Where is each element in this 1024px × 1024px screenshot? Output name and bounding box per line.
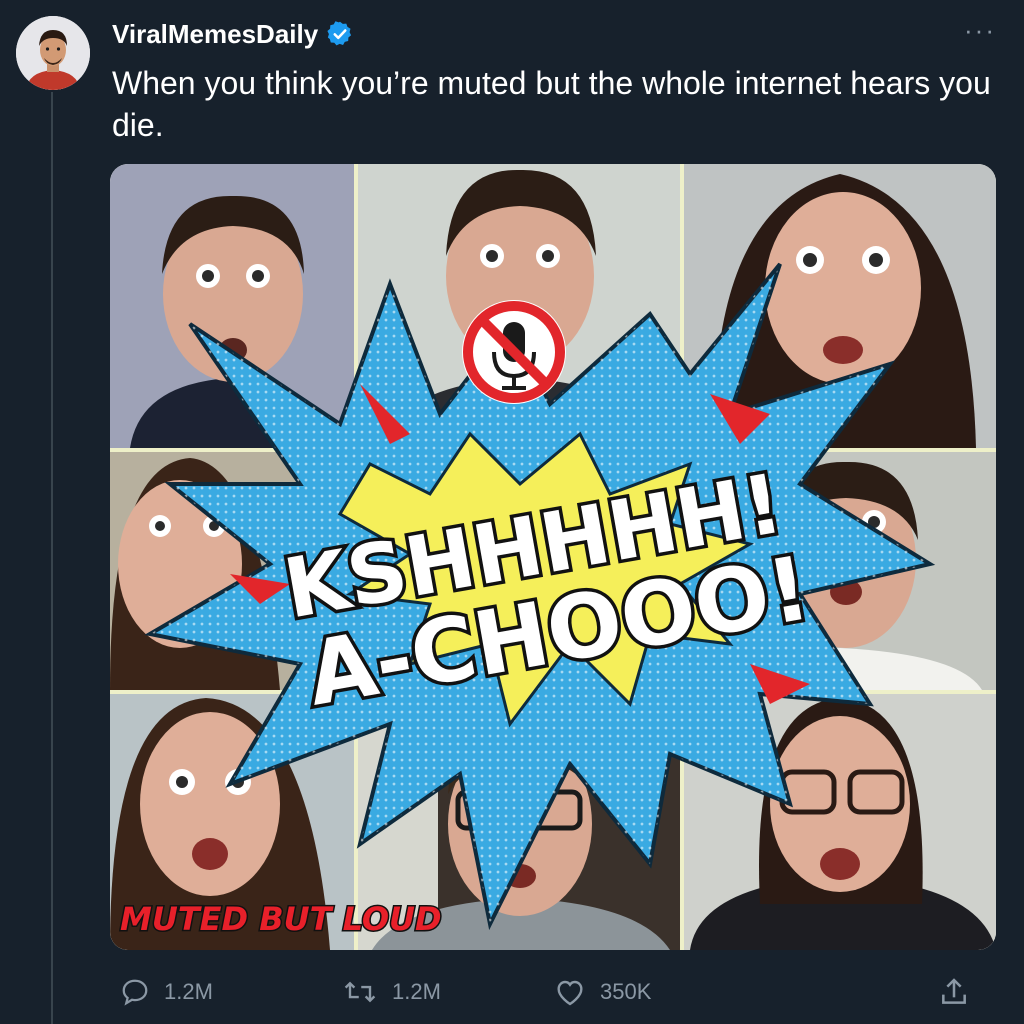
thread-line — [51, 92, 53, 1024]
meme-image: KSHHHHH! A-CHOOO! MUTED BUT LOUD — [110, 164, 996, 950]
display-name[interactable]: ViralMemesDaily — [112, 19, 318, 50]
share-button[interactable] — [938, 972, 984, 1012]
retweet-count: 1.2M — [392, 979, 441, 1004]
reply-icon — [122, 979, 148, 1006]
more-options-icon[interactable]: ··· — [964, 17, 996, 43]
reply-button[interactable]: 1.2M — [120, 972, 213, 1012]
tweet-card[interactable]: ViralMemesDaily ··· When you think you’r… — [0, 0, 1024, 1024]
avatar[interactable] — [16, 16, 90, 90]
avatar-image — [16, 16, 90, 90]
verified-badge-icon — [326, 20, 354, 48]
like-button[interactable]: 350K — [554, 972, 651, 1012]
share-icon — [942, 978, 966, 1004]
tweet-text: When you think you’re muted but the whol… — [112, 65, 991, 143]
corner-caption: MUTED BUT LOUD — [120, 900, 442, 938]
muted-microphone-icon — [462, 300, 566, 404]
retweet-icon — [344, 981, 376, 1003]
reply-count: 1.2M — [164, 979, 213, 1004]
tweet-header: ViralMemesDaily — [112, 18, 354, 50]
tweet-actions: 1.2M 1.2M 350K — [112, 972, 992, 1012]
tweet-media[interactable]: KSHHHHH! A-CHOOO! MUTED BUT LOUD — [110, 164, 996, 950]
like-count: 350K — [600, 979, 652, 1004]
heart-icon — [557, 980, 583, 1006]
retweet-button[interactable]: 1.2M — [342, 972, 441, 1012]
